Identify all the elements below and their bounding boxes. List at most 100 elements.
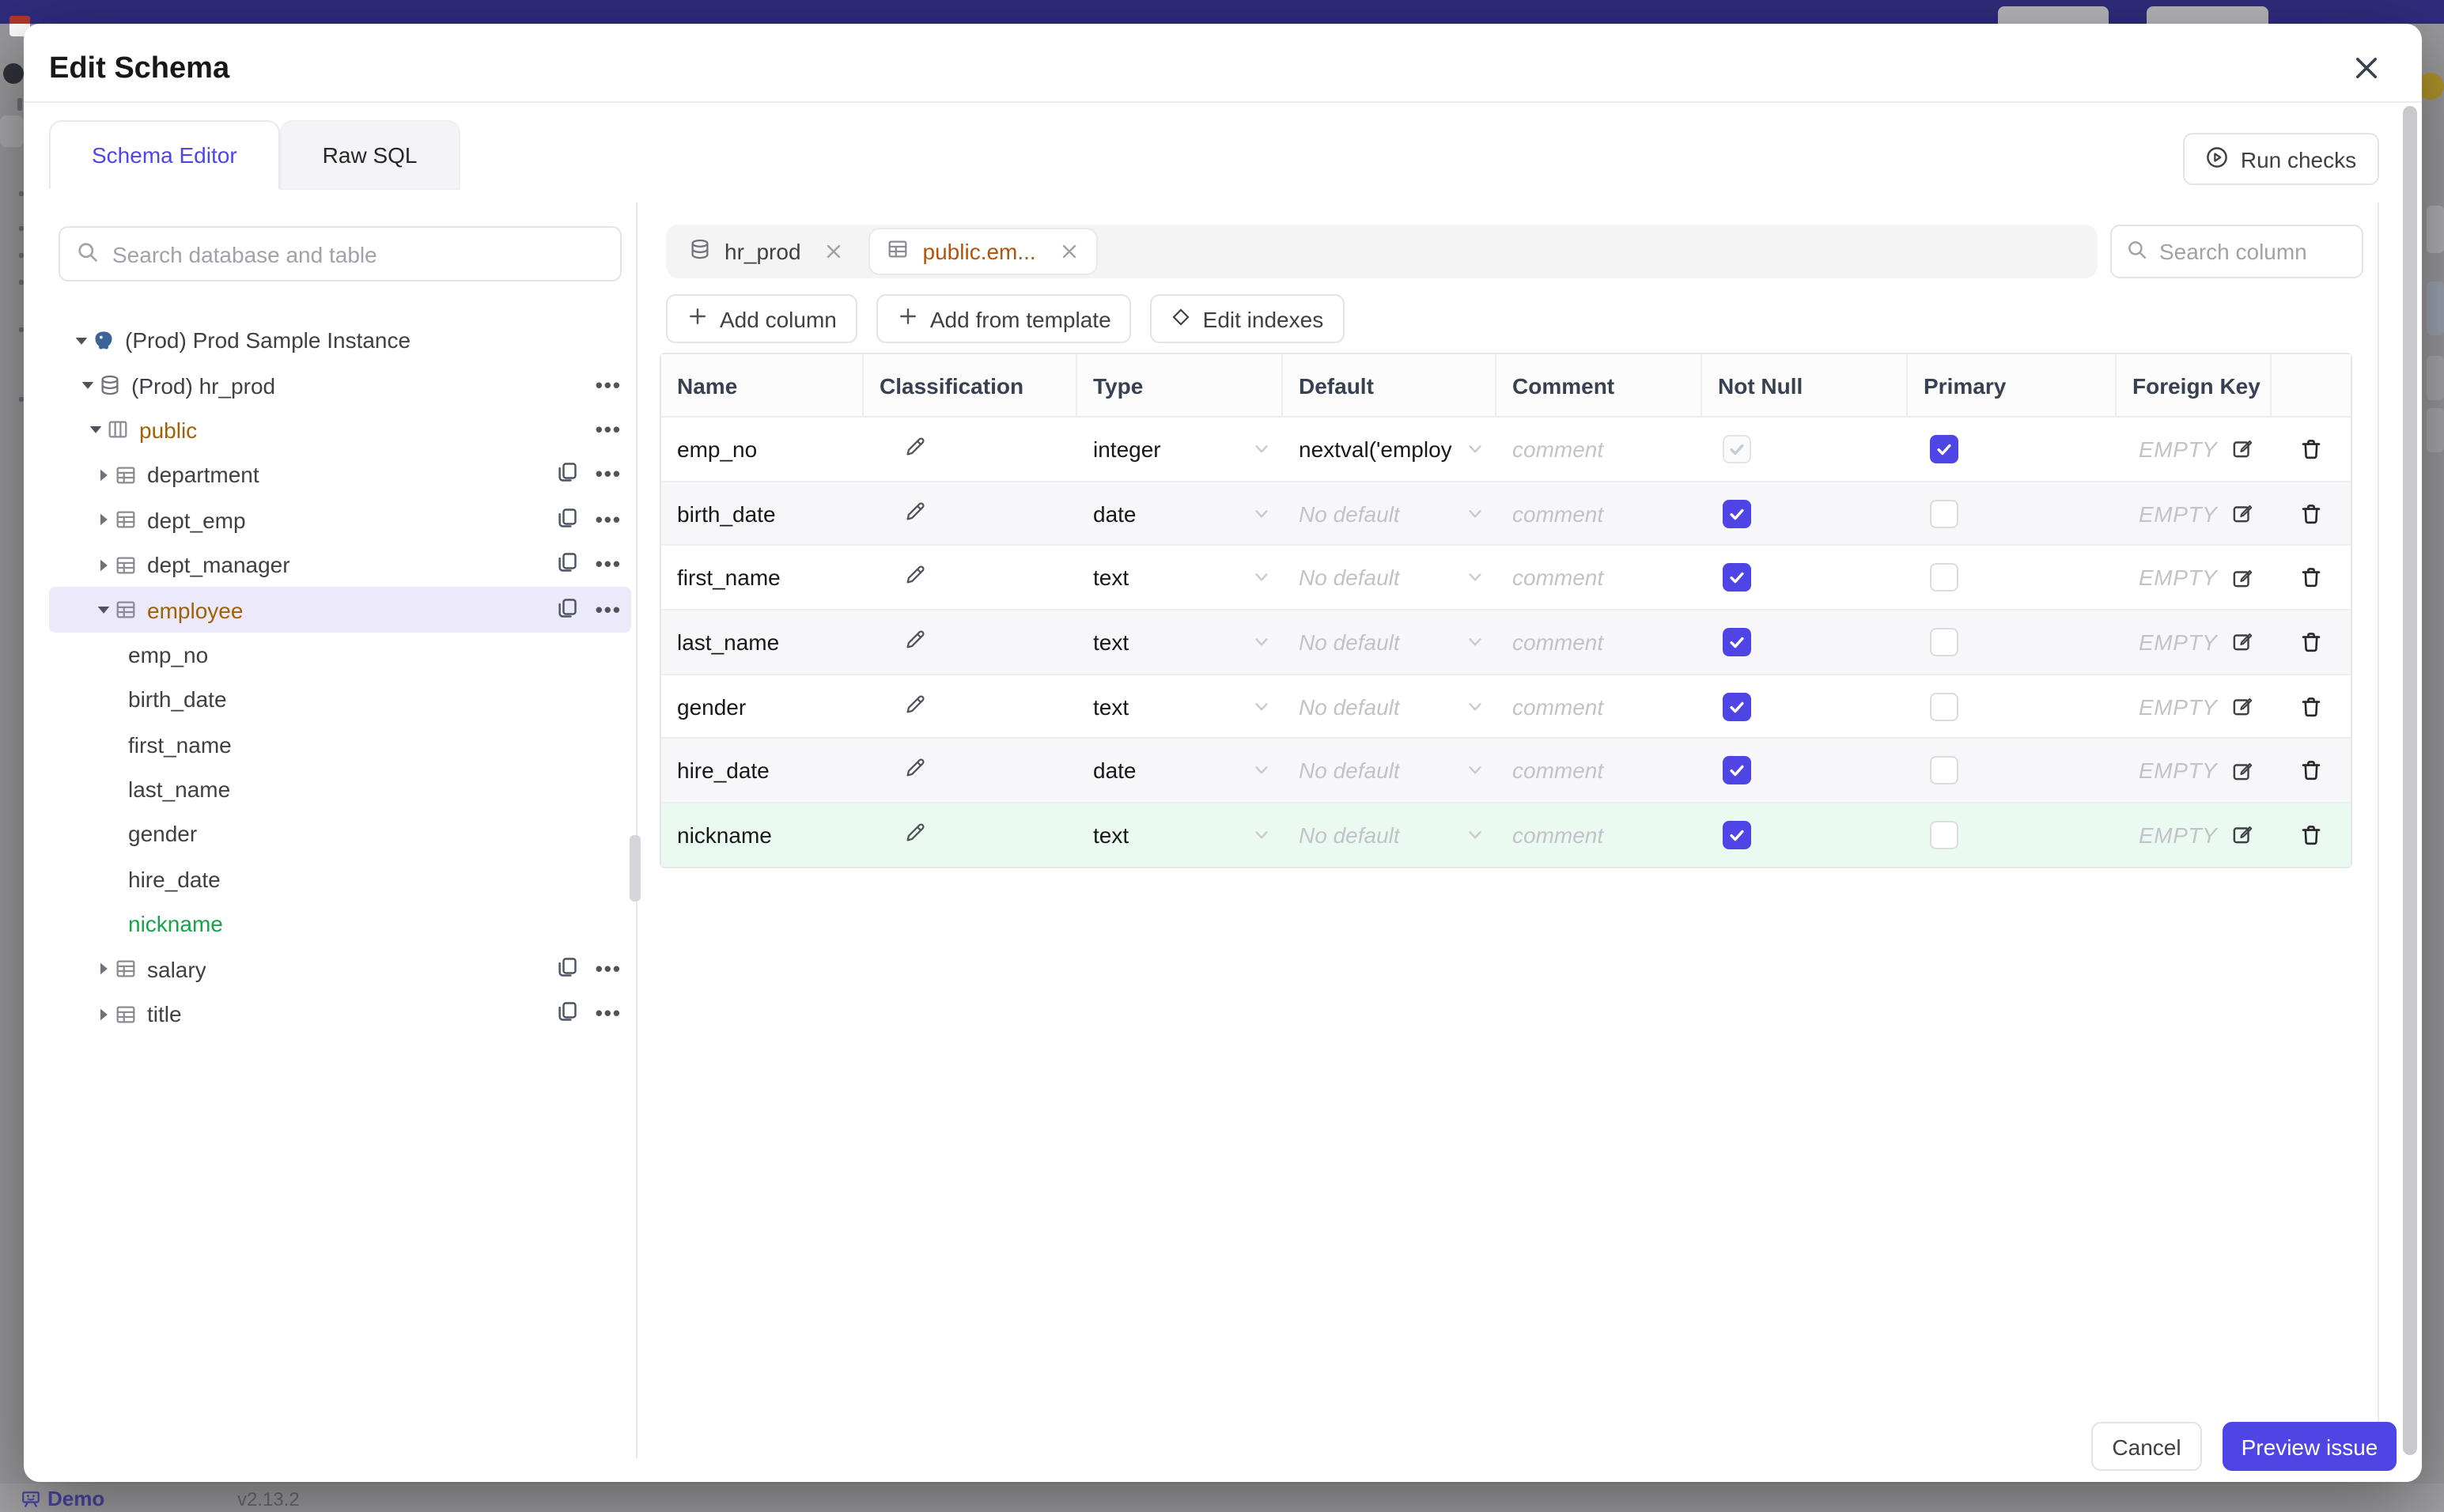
- primary-checkbox[interactable]: [1930, 627, 1958, 656]
- column-name-cell[interactable]: emp_no: [661, 418, 864, 480]
- primary-checkbox[interactable]: [1930, 499, 1958, 528]
- caret-right-icon[interactable]: [92, 958, 114, 979]
- default-select[interactable]: No default: [1283, 482, 1496, 544]
- delete-column-icon[interactable]: [2298, 629, 2324, 655]
- tree-item-title[interactable]: title •••: [49, 992, 631, 1037]
- edit-foreign-key-icon[interactable]: [2230, 501, 2253, 525]
- pencil-icon[interactable]: [903, 821, 927, 849]
- column-name-cell[interactable]: last_name: [661, 610, 864, 673]
- comment-input[interactable]: comment: [1496, 546, 1702, 609]
- caret-down-icon[interactable]: [92, 599, 114, 620]
- copy-icon[interactable]: [556, 506, 580, 535]
- add-from-template-button[interactable]: Add from template: [876, 294, 1132, 343]
- type-select[interactable]: text: [1077, 803, 1283, 866]
- database-search-input[interactable]: Search database and table: [59, 226, 622, 282]
- tree-item-salary[interactable]: salary •••: [49, 947, 631, 992]
- close-tab-icon[interactable]: [1058, 240, 1080, 263]
- tab-schema-editor[interactable]: Schema Editor: [49, 120, 280, 190]
- tree-item-department[interactable]: department •••: [49, 452, 631, 497]
- run-checks-button[interactable]: Run checks: [2183, 133, 2379, 185]
- comment-input[interactable]: comment: [1496, 675, 1702, 738]
- edit-foreign-key-icon[interactable]: [2230, 759, 2253, 783]
- edit-foreign-key-icon[interactable]: [2230, 437, 2253, 461]
- edit-foreign-key-icon[interactable]: [2230, 630, 2253, 654]
- column-name-cell[interactable]: birth_date: [661, 482, 864, 544]
- type-select[interactable]: text: [1077, 675, 1283, 738]
- pencil-icon[interactable]: [903, 692, 927, 720]
- column-name-cell[interactable]: gender: [661, 675, 864, 738]
- copy-icon[interactable]: [556, 550, 580, 579]
- primary-checkbox[interactable]: [1930, 820, 1958, 849]
- pencil-icon[interactable]: [903, 757, 927, 785]
- comment-input[interactable]: comment: [1496, 482, 1702, 544]
- cancel-button[interactable]: Cancel: [2091, 1422, 2202, 1471]
- primary-checkbox[interactable]: [1930, 756, 1958, 785]
- edit-indexes-button[interactable]: Edit indexes: [1150, 294, 1345, 343]
- panel-resize-handle[interactable]: [630, 835, 641, 902]
- not-null-checkbox[interactable]: [1723, 563, 1751, 592]
- default-select[interactable]: nextval('employ: [1283, 418, 1496, 480]
- comment-input[interactable]: comment: [1496, 418, 1702, 480]
- caret-down-icon[interactable]: [84, 420, 106, 440]
- delete-column-icon[interactable]: [2298, 501, 2324, 526]
- not-null-checkbox[interactable]: [1723, 692, 1751, 721]
- copy-icon[interactable]: [556, 1000, 580, 1028]
- more-menu-icon[interactable]: •••: [596, 554, 622, 574]
- tab-raw-sql[interactable]: Raw SQL: [279, 120, 460, 190]
- tree-item--Prod-Prod-Sample-Instance[interactable]: (Prod) Prod Sample Instance: [49, 318, 631, 363]
- type-select[interactable]: text: [1077, 610, 1283, 673]
- preview-issue-button[interactable]: Preview issue: [2223, 1422, 2397, 1471]
- primary-checkbox[interactable]: [1930, 692, 1958, 721]
- edit-foreign-key-icon[interactable]: [2230, 823, 2253, 847]
- not-null-checkbox[interactable]: [1723, 499, 1751, 528]
- more-menu-icon[interactable]: •••: [596, 509, 622, 530]
- caret-down-icon[interactable]: [76, 375, 98, 395]
- delete-column-icon[interactable]: [2298, 822, 2324, 848]
- tree-item-birth_date[interactable]: birth_date: [49, 677, 631, 722]
- delete-column-icon[interactable]: [2298, 437, 2324, 462]
- default-select[interactable]: No default: [1283, 546, 1496, 609]
- close-icon[interactable]: [2352, 54, 2384, 85]
- copy-icon[interactable]: [556, 461, 580, 490]
- tree-item-dept_manager[interactable]: dept_manager •••: [49, 542, 631, 588]
- column-name-cell[interactable]: nickname: [661, 803, 864, 866]
- not-null-checkbox[interactable]: [1723, 627, 1751, 656]
- tree-item-public[interactable]: public •••: [49, 408, 631, 453]
- type-select[interactable]: date: [1077, 739, 1283, 802]
- caret-right-icon[interactable]: [92, 554, 114, 575]
- copy-icon[interactable]: [556, 595, 580, 624]
- open-tab-hr_prod[interactable]: hr_prod: [672, 229, 861, 274]
- comment-input[interactable]: comment: [1496, 803, 1702, 866]
- comment-input[interactable]: comment: [1496, 610, 1702, 673]
- more-menu-icon[interactable]: •••: [596, 374, 622, 395]
- type-select[interactable]: integer: [1077, 418, 1283, 480]
- more-menu-icon[interactable]: •••: [596, 464, 622, 485]
- tree-item-emp_no[interactable]: emp_no: [49, 632, 631, 677]
- more-menu-icon[interactable]: •••: [596, 1003, 622, 1023]
- column-name-cell[interactable]: first_name: [661, 546, 864, 609]
- pencil-icon[interactable]: [903, 499, 927, 527]
- more-menu-icon[interactable]: •••: [596, 599, 622, 619]
- tree-item-hire_date[interactable]: hire_date: [49, 856, 631, 902]
- caret-right-icon[interactable]: [92, 510, 114, 531]
- caret-right-icon[interactable]: [92, 1004, 114, 1024]
- not-null-checkbox[interactable]: [1723, 756, 1751, 785]
- primary-checkbox[interactable]: [1930, 434, 1958, 463]
- add-column-button[interactable]: Add column: [666, 294, 857, 343]
- tree-item-employee[interactable]: employee •••: [49, 587, 631, 633]
- default-select[interactable]: No default: [1283, 739, 1496, 802]
- type-select[interactable]: date: [1077, 482, 1283, 544]
- tree-item-nickname[interactable]: nickname: [49, 902, 631, 947]
- close-tab-icon[interactable]: [823, 240, 846, 263]
- default-select[interactable]: No default: [1283, 803, 1496, 866]
- delete-column-icon[interactable]: [2298, 758, 2324, 784]
- column-search-input[interactable]: Search column: [2110, 225, 2363, 278]
- tree-item-last_name[interactable]: last_name: [49, 767, 631, 812]
- more-menu-icon[interactable]: •••: [596, 958, 622, 978]
- pencil-icon[interactable]: [903, 435, 927, 463]
- primary-checkbox[interactable]: [1930, 563, 1958, 592]
- delete-column-icon[interactable]: [2298, 694, 2324, 719]
- tree-item-dept_emp[interactable]: dept_emp •••: [49, 497, 631, 542]
- dialog-scrollbar[interactable]: [2403, 106, 2417, 1455]
- column-name-cell[interactable]: hire_date: [661, 739, 864, 802]
